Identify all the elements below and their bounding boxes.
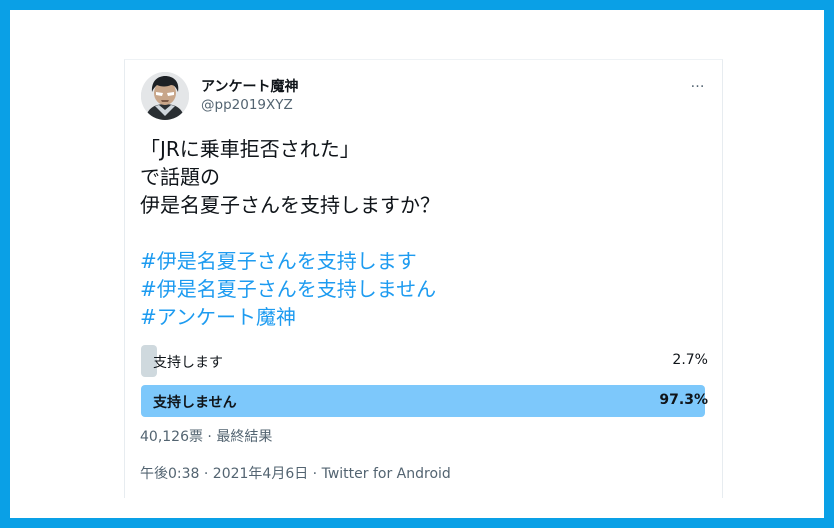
poll-option-label: 支持します: [153, 355, 223, 371]
more-options-icon[interactable]: …: [687, 74, 709, 96]
avatar-image: [141, 72, 189, 120]
user-handle[interactable]: @pp2019XYZ: [201, 97, 293, 113]
tweet-timestamp[interactable]: 午後0:38 · 2021年4月6日 · Twitter for Android: [140, 463, 451, 483]
tweet-line: で話題の: [140, 165, 220, 189]
poll-summary: 40,126票 · 最終結果: [140, 429, 273, 445]
hashtag-link[interactable]: #伊是名夏子さんを支持しません: [140, 275, 700, 303]
poll: 支持します 2.7% 支持しません 97.3%: [141, 345, 708, 425]
display-name[interactable]: アンケート魔神: [201, 76, 298, 96]
tweet-line: 伊是名夏子さんを支持しますか？: [140, 193, 440, 217]
poll-option-percent: 97.3%: [659, 392, 708, 408]
line-spacer: [140, 219, 700, 247]
poll-option-label: 支持しません: [153, 395, 237, 411]
poll-option: 支持しません 97.3%: [141, 385, 708, 417]
poll-option-percent: 2.7%: [672, 352, 708, 368]
avatar[interactable]: [141, 72, 189, 120]
hashtag-link[interactable]: #伊是名夏子さんを支持します: [140, 247, 700, 275]
hashtag-link[interactable]: #アンケート魔神: [140, 303, 700, 331]
tweet-line: 「JRに乗車拒否された」: [140, 137, 360, 161]
outer-frame: アンケート魔神 @pp2019XYZ … 「JRに乗車拒否された」 で話題の 伊…: [0, 0, 834, 528]
poll-option: 支持します 2.7%: [141, 345, 708, 377]
tweet-card: アンケート魔神 @pp2019XYZ … 「JRに乗車拒否された」 で話題の 伊…: [124, 59, 723, 498]
tweet-text: 「JRに乗車拒否された」 で話題の 伊是名夏子さんを支持しますか？ #伊是名夏子…: [140, 135, 700, 331]
